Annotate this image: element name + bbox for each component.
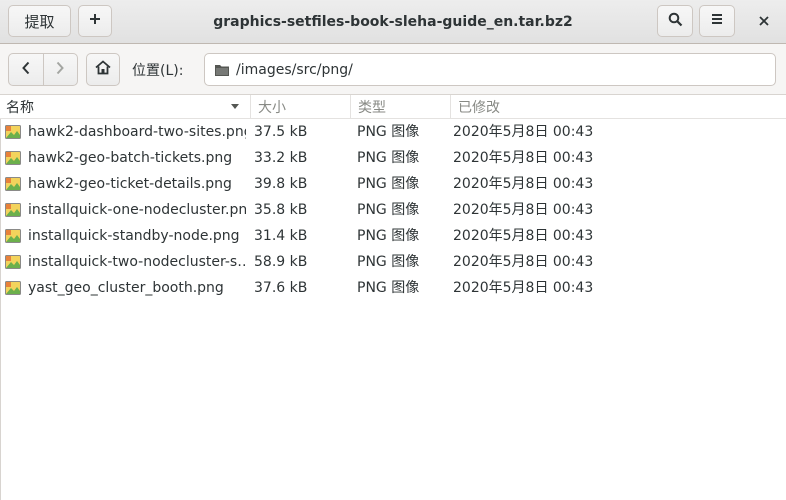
column-header-type[interactable]: 类型 (350, 95, 450, 118)
column-header-row: 名称 大小 类型 已修改 (0, 95, 786, 119)
file-modified: 2020年5月8日 00:43 (453, 124, 594, 140)
home-icon (95, 60, 111, 79)
column-header-size[interactable]: 大小 (250, 95, 350, 118)
header-bar: 提取 graphics-setfiles-book-sleha-guide_en… (0, 0, 786, 44)
file-name: installquick-one-nodecluster.png (28, 202, 246, 218)
file-row[interactable]: installquick-one-nodecluster.png 35.8 kB… (0, 197, 786, 223)
plus-icon (89, 13, 101, 29)
navigation-group (8, 53, 78, 86)
file-type: PNG 图像 (357, 280, 420, 296)
close-button[interactable] (752, 10, 776, 34)
file-modified: 2020年5月8日 00:43 (453, 150, 594, 166)
location-path: /images/src/png/ (236, 61, 353, 78)
column-header-name[interactable]: 名称 (6, 95, 250, 118)
menu-button[interactable] (699, 5, 735, 37)
file-size: 58.9 kB (254, 254, 308, 270)
file-type: PNG 图像 (357, 254, 420, 270)
close-icon (759, 14, 769, 30)
search-button[interactable] (657, 5, 693, 37)
hamburger-menu-icon (711, 13, 723, 29)
chevron-left-icon (21, 61, 31, 79)
file-modified: 2020年5月8日 00:43 (453, 254, 594, 270)
window-title: graphics-setfiles-book-sleha-guide_en.ta… (213, 14, 573, 30)
image-file-icon (5, 281, 21, 295)
location-label: 位置(L): (132, 62, 184, 79)
file-name: hawk2-geo-batch-tickets.png (28, 150, 233, 166)
file-type: PNG 图像 (357, 150, 420, 166)
file-size: 35.8 kB (254, 202, 308, 218)
file-size: 33.2 kB (254, 150, 308, 166)
file-size: 39.8 kB (254, 176, 308, 192)
folder-icon (214, 63, 230, 77)
file-name: yast_geo_cluster_booth.png (28, 280, 224, 296)
column-header-modified[interactable]: 已修改 (450, 95, 650, 118)
location-toolbar: 位置(L): /images/src/png/ (0, 44, 786, 95)
file-modified: 2020年5月8日 00:43 (453, 280, 594, 296)
image-file-icon (5, 255, 21, 269)
file-type: PNG 图像 (357, 176, 420, 192)
chevron-right-icon (55, 61, 65, 79)
file-type: PNG 图像 (357, 124, 420, 140)
file-size: 31.4 kB (254, 228, 308, 244)
file-row[interactable]: hawk2-geo-ticket-details.png 39.8 kB PNG… (0, 171, 786, 197)
file-row[interactable]: installquick-standby-node.png 31.4 kB PN… (0, 223, 786, 249)
forward-button[interactable] (44, 54, 78, 85)
file-type: PNG 图像 (357, 202, 420, 218)
file-row[interactable]: hawk2-geo-batch-tickets.png 33.2 kB PNG … (0, 145, 786, 171)
file-row[interactable]: yast_geo_cluster_booth.png 37.6 kB PNG 图… (0, 275, 786, 301)
file-row[interactable]: hawk2-dashboard-two-sites.png 37.5 kB PN… (0, 119, 786, 145)
file-row[interactable]: installquick-two-nodecluster-s… 58.9 kB … (0, 249, 786, 275)
back-button[interactable] (9, 54, 44, 85)
file-type: PNG 图像 (357, 228, 420, 244)
location-field[interactable]: /images/src/png/ (204, 53, 776, 86)
image-file-icon (5, 177, 21, 191)
file-size: 37.6 kB (254, 280, 308, 296)
file-name: installquick-two-nodecluster-s… (28, 254, 246, 270)
sort-descending-icon (231, 104, 239, 109)
file-modified: 2020年5月8日 00:43 (453, 228, 594, 244)
file-size: 37.5 kB (254, 124, 308, 140)
file-modified: 2020年5月8日 00:43 (453, 176, 594, 192)
file-name: hawk2-geo-ticket-details.png (28, 176, 232, 192)
image-file-icon (5, 125, 21, 139)
file-name: hawk2-dashboard-two-sites.png (28, 124, 246, 140)
extract-button[interactable]: 提取 (8, 5, 71, 37)
add-files-button[interactable] (78, 5, 112, 37)
file-modified: 2020年5月8日 00:43 (453, 202, 594, 218)
image-file-icon (5, 151, 21, 165)
image-file-icon (5, 229, 21, 243)
file-list: hawk2-dashboard-two-sites.png 37.5 kB PN… (0, 119, 786, 301)
file-name: installquick-standby-node.png (28, 228, 240, 244)
home-button[interactable] (86, 53, 120, 86)
image-file-icon (5, 203, 21, 217)
search-icon (668, 12, 683, 31)
